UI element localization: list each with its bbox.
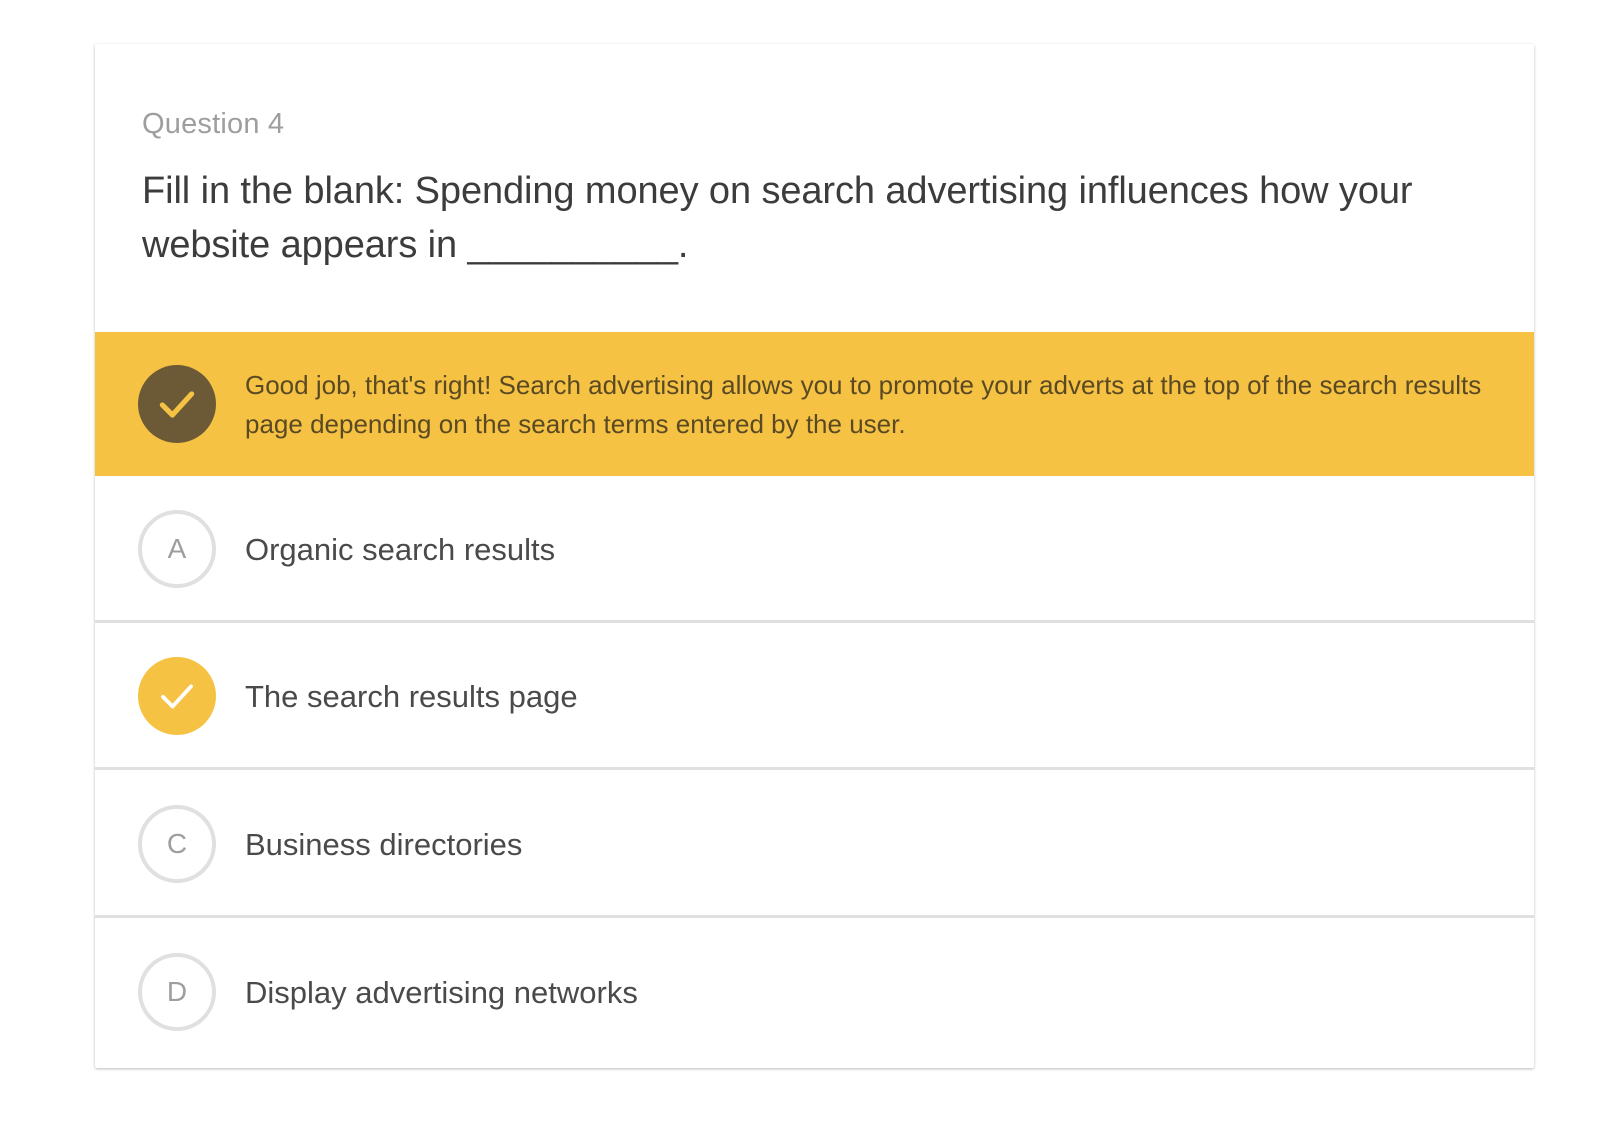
answer-option-a[interactable]: A Organic search results (95, 476, 1534, 623)
option-label: Business directories (245, 826, 523, 862)
option-label: Organic search results (245, 531, 556, 567)
answer-option-d[interactable]: D Display advertising networks (95, 919, 1534, 1066)
question-number: Question 4 (142, 108, 285, 140)
option-letter-badge: C (138, 805, 216, 883)
question-header: Question 4 Fill in the blank: Spending m… (95, 44, 1534, 332)
selected-option-badge (138, 657, 216, 735)
question-text: Fill in the blank: Spending money on sea… (142, 170, 1413, 266)
option-label: Display advertising networks (245, 974, 638, 1010)
option-letter-badge: D (138, 953, 216, 1031)
feedback-message: Good job, that's right! Search advertisi… (245, 370, 1482, 439)
option-label: The search results page (245, 678, 578, 714)
answer-option-c[interactable]: C Business directories (95, 771, 1534, 918)
feedback-check-badge (138, 365, 216, 443)
check-icon (159, 391, 195, 418)
correct-answer-feedback: Good job, that's right! Search advertisi… (95, 332, 1534, 476)
quiz-question-card: Question 4 Fill in the blank: Spending m… (95, 44, 1534, 1068)
answer-option-b[interactable]: The search results page (95, 623, 1534, 770)
option-letter-badge: A (138, 510, 216, 588)
check-icon (161, 684, 193, 709)
